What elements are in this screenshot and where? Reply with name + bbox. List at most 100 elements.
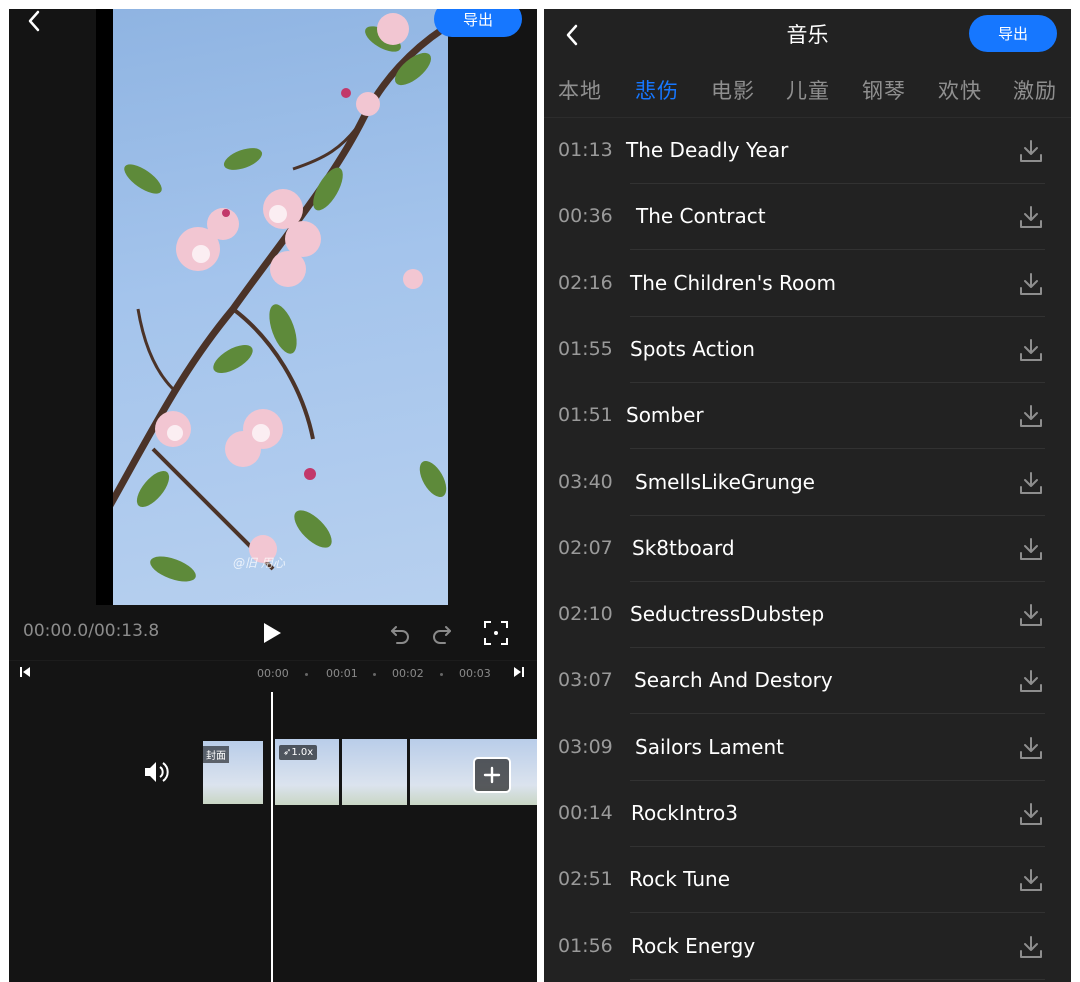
back-icon — [28, 10, 40, 32]
tab-cheerful[interactable]: 欢快 — [938, 75, 982, 105]
download-button[interactable] — [1018, 138, 1044, 168]
song-duration: 03:09 — [558, 735, 613, 758]
song-title: The Contract — [636, 204, 766, 229]
download-button[interactable] — [1018, 337, 1044, 367]
song-duration: 02:51 — [558, 868, 613, 891]
video-editor-panel: @旧 用心 导出 00:00.0/00:13.8 00:00 00:01 00:… — [9, 9, 537, 982]
cover-label: 封面 — [203, 746, 229, 763]
song-duration: 01:13 — [558, 139, 613, 161]
download-button[interactable] — [1018, 536, 1044, 566]
download-icon — [1020, 935, 1042, 958]
download-icon — [1020, 405, 1042, 428]
video-preview[interactable]: @旧 用心 — [96, 9, 448, 605]
cover-clip[interactable]: 封面 — [203, 741, 263, 804]
video-clip[interactable] — [342, 739, 407, 805]
download-icon — [1020, 670, 1042, 693]
play-button[interactable] — [261, 621, 283, 649]
download-icon — [1020, 140, 1042, 162]
ruler-label: 00:00 — [257, 667, 289, 680]
undo-button[interactable] — [389, 622, 411, 648]
clip-thumbnail — [342, 739, 407, 805]
blossom-illustration — [113, 13, 447, 582]
song-title: Somber — [626, 403, 704, 428]
video-clip[interactable]: ➶1.0x — [275, 739, 339, 805]
song-row[interactable]: 01:56 Rock Energy — [544, 914, 1071, 980]
export-button[interactable]: 导出 — [434, 9, 522, 37]
preview-image: @旧 用心 — [113, 9, 448, 605]
song-row[interactable]: 01:55 Spots Action — [544, 317, 1071, 383]
download-button[interactable] — [1018, 204, 1044, 234]
song-row[interactable]: 03:40 SmellsLikeGrunge — [544, 450, 1071, 516]
ruler-dot — [440, 673, 443, 676]
ruler-dot — [305, 673, 308, 676]
download-button[interactable] — [1018, 867, 1044, 897]
song-row[interactable]: 01:51 Somber — [544, 383, 1071, 450]
song-title: Sk8tboard — [632, 535, 735, 560]
redo-button[interactable] — [431, 622, 453, 648]
song-title: Sailors Lament — [635, 734, 785, 759]
song-row[interactable]: 03:07 Search And Destory — [544, 648, 1071, 715]
download-button[interactable] — [1018, 801, 1044, 831]
mute-toggle[interactable] — [143, 759, 171, 789]
skip-start-icon[interactable] — [19, 666, 31, 678]
download-button[interactable] — [1018, 403, 1044, 433]
song-title: RockIntro3 — [631, 801, 738, 825]
tab-piano[interactable]: 钢琴 — [862, 75, 906, 105]
song-row[interactable]: 02:16 The Children's Room — [544, 251, 1071, 317]
tab-kids[interactable]: 儿童 — [786, 75, 830, 105]
redo-icon — [433, 626, 451, 644]
timeline-track: 封面 ➶1.0x — [9, 683, 537, 982]
song-duration: 00:14 — [558, 802, 613, 824]
song-title: Spots Action — [630, 336, 755, 361]
download-button[interactable] — [1018, 934, 1044, 964]
download-button[interactable] — [1018, 271, 1044, 301]
volume-icon — [145, 762, 169, 782]
download-button[interactable] — [1018, 602, 1044, 632]
song-row[interactable]: 00:36 The Contract — [544, 184, 1071, 251]
playhead[interactable] — [271, 692, 273, 982]
add-icon — [483, 766, 501, 784]
download-icon — [1020, 736, 1042, 759]
playback-timecode: 00:00.0/00:13.8 — [23, 621, 160, 641]
back-button[interactable] — [23, 9, 47, 33]
download-icon — [1020, 338, 1042, 361]
skip-end-icon[interactable] — [513, 666, 525, 678]
download-icon — [1020, 803, 1042, 825]
speed-label: 1.0x — [291, 747, 314, 758]
song-duration: 03:40 — [558, 470, 613, 493]
download-button[interactable] — [1018, 668, 1044, 698]
category-tabs: 本地 悲伤 电影 儿童 钢琴 欢快 激励 — [544, 75, 1071, 111]
download-button[interactable] — [1018, 735, 1044, 765]
timeline-ruler[interactable]: 00:00 00:01 00:02 00:03 — [9, 660, 537, 683]
song-row[interactable]: 02:51 Rock Tune — [544, 847, 1071, 914]
download-icon — [1020, 869, 1042, 892]
fullscreen-icon — [484, 621, 508, 645]
song-row[interactable]: 01:13 The Deadly Year — [544, 118, 1071, 184]
ruler-dot — [373, 673, 376, 676]
download-icon — [1020, 471, 1042, 494]
add-clip-button[interactable] — [473, 757, 511, 793]
song-title: Rock Energy — [631, 933, 756, 958]
tab-sad[interactable]: 悲伤 — [635, 75, 679, 105]
song-row[interactable]: 02:10 SeductressDubstep — [544, 582, 1071, 649]
speed-badge[interactable]: ➶1.0x — [279, 745, 318, 760]
download-button[interactable] — [1018, 470, 1044, 500]
song-duration: 02:10 — [558, 603, 613, 626]
song-row[interactable]: 03:09 Sailors Lament — [544, 715, 1071, 781]
download-icon — [1020, 537, 1042, 560]
song-row[interactable]: 00:14 RockIntro3 — [544, 781, 1071, 847]
song-row[interactable]: 02:07 Sk8tboard — [544, 516, 1071, 582]
song-title: Search And Destory — [634, 668, 833, 693]
tab-inspiring[interactable]: 激励 — [1013, 75, 1057, 105]
song-title: SeductressDubstep — [630, 602, 825, 627]
song-duration: 01:55 — [558, 337, 613, 360]
tab-movie[interactable]: 电影 — [711, 75, 755, 105]
undo-icon — [391, 626, 409, 644]
export-button[interactable]: 导出 — [969, 15, 1057, 52]
tab-local[interactable]: 本地 — [558, 75, 602, 105]
fullscreen-button[interactable] — [483, 620, 509, 650]
music-panel: 音乐 导出 本地 悲伤 电影 儿童 钢琴 欢快 激励 01:13 The Dead… — [544, 9, 1071, 982]
play-icon — [264, 623, 281, 643]
download-icon — [1020, 206, 1042, 229]
photo-watermark: @旧 用心 — [233, 556, 285, 570]
